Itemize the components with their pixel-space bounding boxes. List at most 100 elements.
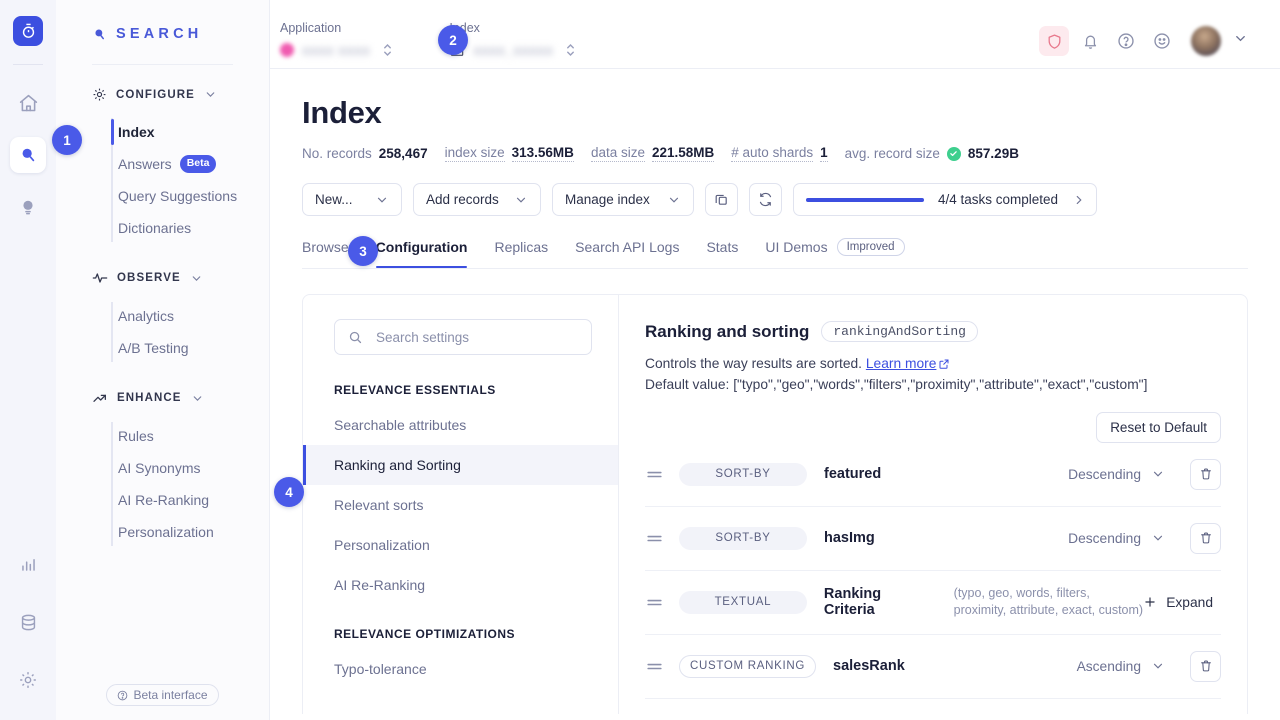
icon-rail [0, 0, 56, 720]
sort-order-select[interactable]: Descending [1068, 467, 1165, 482]
search-pin-icon[interactable] [10, 137, 46, 173]
sidebar-item-analytics[interactable]: Analytics [118, 300, 269, 332]
avatar[interactable] [1191, 26, 1221, 56]
sidebar-group-items-enhance: Rules AI Synonyms AI Re-Ranking Personal… [56, 420, 269, 548]
detail-default-value: Default value: ["typo","geo","words","fi… [645, 377, 1148, 393]
delete-row-button[interactable] [1190, 650, 1221, 682]
sidebar-nav: CONFIGURE Index Answers Beta Query Sugge… [56, 65, 269, 574]
external-link-icon [938, 358, 950, 370]
tab-browse[interactable]: Browse [302, 239, 349, 267]
sidebar-group-configure[interactable]: CONFIGURE [56, 87, 269, 102]
detail-code-chip: rankingAndSorting [821, 321, 978, 342]
setting-item-typo-tolerance[interactable]: Typo-tolerance [303, 649, 618, 689]
setting-item-label: AI Re-Ranking [334, 577, 426, 593]
step-badge-4: 4 [274, 477, 304, 507]
page-title: Index [302, 95, 382, 130]
gear-icon[interactable] [10, 662, 46, 698]
delete-row-button[interactable] [1190, 522, 1221, 554]
sort-order-select[interactable]: Ascending [1077, 659, 1165, 674]
drag-handle-icon[interactable] [645, 529, 679, 548]
stat-auto-shards[interactable]: # auto shards 1 [731, 145, 828, 162]
sidebar-item-ab-testing[interactable]: A/B Testing [118, 332, 269, 364]
tab-stats[interactable]: Stats [706, 239, 738, 267]
setting-item-label: Typo-tolerance [334, 661, 427, 677]
help-circle-icon[interactable] [1111, 26, 1141, 56]
brand[interactable]: SEARCH [56, 0, 269, 42]
chevron-down-icon [191, 392, 204, 405]
new-button[interactable]: New... [302, 183, 402, 216]
setting-item-personalization[interactable]: Personalization [303, 525, 618, 565]
sidebar-item-query-suggestions[interactable]: Query Suggestions [118, 180, 269, 212]
sidebar-item-rules[interactable]: Rules [118, 420, 269, 452]
learn-more-link[interactable]: Learn more [866, 356, 937, 371]
stat-avg-record-size: avg. record size 857.29B [845, 146, 1019, 161]
tab-ui-demos[interactable]: UI Demos Improved [765, 238, 905, 268]
setting-item-searchable-attributes[interactable]: Searchable attributes [303, 405, 618, 445]
refresh-icon[interactable] [749, 183, 782, 216]
sort-order-value: Descending [1068, 466, 1141, 482]
expand-label: Expand [1166, 594, 1213, 610]
tab-search-api-logs[interactable]: Search API Logs [575, 239, 679, 267]
beta-interface-chip[interactable]: Beta interface [106, 684, 219, 706]
sidebar-item-dictionaries[interactable]: Dictionaries [118, 212, 269, 244]
sidebar-group-observe[interactable]: OBSERVE [56, 270, 269, 286]
tasks-status[interactable]: 4/4 tasks completed [793, 183, 1098, 216]
plus-icon [1143, 595, 1157, 609]
index-selector[interactable]: Index xxxx_xxxxx [449, 21, 576, 60]
application-selector[interactable]: Application xxxx xxxx [280, 21, 393, 60]
rank-type-chip: CUSTOM RANKING [679, 654, 817, 678]
sidebar-item-answers[interactable]: Answers Beta [118, 148, 269, 180]
manage-index-button[interactable]: Manage index [552, 183, 694, 216]
drag-handle-icon[interactable] [645, 465, 679, 484]
lightbulb-icon[interactable] [10, 189, 46, 225]
reset-to-default-button[interactable]: Reset to Default [1096, 411, 1221, 443]
tab-label: Stats [706, 239, 739, 255]
tab-configuration[interactable]: Configuration [375, 239, 467, 268]
stat-index-size[interactable]: index size 313.56MB [444, 145, 574, 162]
stepper-icon[interactable] [382, 40, 393, 60]
stat-data-size[interactable]: data size 221.58MB [590, 145, 715, 162]
sidebar-item-ai-re-ranking[interactable]: AI Re-Ranking [118, 484, 269, 516]
bar-chart-icon[interactable] [10, 546, 46, 582]
chevron-down-icon[interactable] [1233, 31, 1248, 51]
home-icon[interactable] [10, 85, 46, 121]
bell-icon[interactable] [1075, 26, 1105, 56]
setting-item-ai-re-ranking[interactable]: AI Re-Ranking [303, 565, 618, 605]
delete-row-button[interactable] [1190, 458, 1221, 490]
beta-badge: Beta [179, 155, 217, 173]
tab-replicas[interactable]: Replicas [494, 239, 548, 267]
detail-header: Ranking and sorting rankingAndSorting [645, 321, 1221, 342]
sidebar-item-personalization[interactable]: Personalization [118, 516, 269, 548]
tab-label: Replicas [494, 239, 549, 255]
sidebar-item-index[interactable]: Index [111, 116, 269, 148]
sidebar-item-ai-synonyms[interactable]: AI Synonyms [118, 452, 269, 484]
expand-button[interactable]: Expand [1143, 595, 1213, 610]
stat-label: No. records [302, 146, 372, 161]
sort-order-select[interactable]: Descending [1068, 531, 1165, 546]
tab-label: UI Demos [765, 239, 828, 255]
sidebar-item-label: Personalization [118, 524, 214, 540]
drag-handle-icon[interactable] [645, 657, 679, 676]
add-records-button[interactable]: Add records [413, 183, 541, 216]
stat-label: # auto shards [731, 145, 814, 162]
application-color-swatch [280, 43, 294, 57]
sidebar-group-enhance[interactable]: ENHANCE [56, 390, 269, 406]
chevron-down-icon [1151, 467, 1165, 481]
copy-icon[interactable] [705, 183, 738, 216]
step-badge-3: 3 [348, 236, 378, 266]
setting-item-relevant-sorts[interactable]: Relevant sorts [303, 485, 618, 525]
drag-handle-icon[interactable] [645, 593, 679, 612]
rank-attribute-name: Ranking Criteria [823, 586, 882, 619]
shield-icon[interactable] [1039, 26, 1069, 56]
search-settings-input[interactable]: Search settings [334, 319, 592, 355]
database-icon[interactable] [10, 604, 46, 640]
chevron-down-icon [1151, 531, 1165, 545]
stopwatch-logo-icon[interactable] [13, 16, 43, 46]
sidebar-footer: Beta interface [56, 684, 269, 720]
index-label: Index [449, 21, 480, 35]
stepper-icon[interactable] [565, 40, 576, 60]
smiley-icon[interactable] [1147, 26, 1177, 56]
application-value: xxxx xxxx [302, 42, 371, 58]
setting-item-ranking-and-sorting[interactable]: Ranking and Sorting [303, 445, 618, 485]
